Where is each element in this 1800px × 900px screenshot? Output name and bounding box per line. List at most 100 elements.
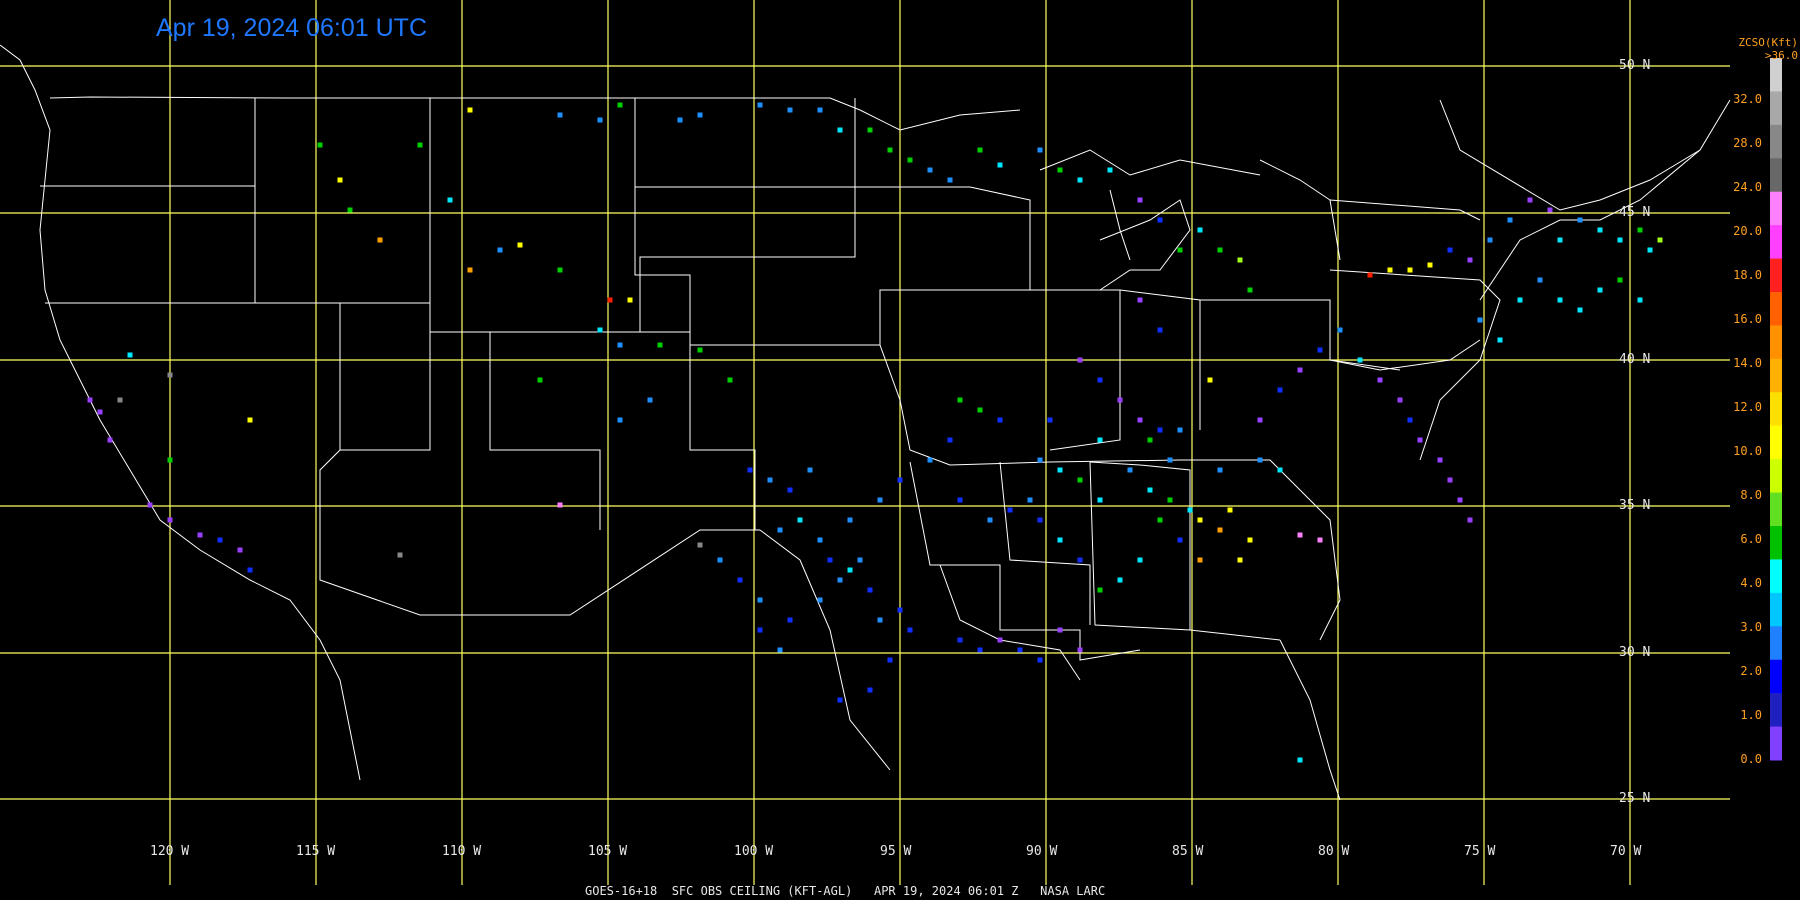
- station-marker: [97, 409, 103, 415]
- colorbar-swatch: [1770, 526, 1782, 560]
- station-marker: [1427, 262, 1433, 268]
- boundary-line: [40, 98, 256, 304]
- ceiling-colorbar: [1770, 58, 1782, 761]
- station-marker: [617, 342, 623, 348]
- station-marker: [537, 377, 543, 383]
- station-marker: [957, 397, 963, 403]
- station-marker: [757, 102, 763, 108]
- colorbar-label: 4.0: [1740, 576, 1762, 590]
- station-marker: [1597, 227, 1603, 233]
- longitude-label: 80 W: [1318, 844, 1350, 859]
- station-marker: [1047, 417, 1053, 423]
- station-marker: [1237, 257, 1243, 263]
- station-marker: [1617, 277, 1623, 283]
- station-marker: [1637, 227, 1643, 233]
- station-marker: [1177, 247, 1183, 253]
- longitude-label: 95 W: [880, 844, 912, 859]
- station-marker: [1457, 497, 1463, 503]
- colorbar-swatch: [1770, 659, 1782, 694]
- station-marker: [107, 437, 113, 443]
- colorbar-swatch: [1770, 425, 1782, 460]
- boundary-line: [1180, 459, 1341, 641]
- station-marker: [957, 497, 963, 503]
- colorbar-swatch: [1770, 626, 1782, 661]
- station-marker: [1177, 427, 1183, 433]
- station-marker: [617, 417, 623, 423]
- station-marker: [497, 247, 503, 253]
- colorbar-swatch: [1770, 258, 1782, 293]
- station-marker: [1547, 207, 1553, 213]
- station-marker: [1617, 237, 1623, 243]
- station-marker: [727, 377, 733, 383]
- station-marker: [647, 397, 653, 403]
- station-marker: [1077, 477, 1083, 483]
- station-marker: [1147, 437, 1153, 443]
- longitude-label: 105 W: [588, 844, 628, 859]
- station-marker: [1097, 377, 1103, 383]
- station-marker: [1377, 377, 1383, 383]
- station-marker: [557, 112, 563, 118]
- station-marker: [1017, 647, 1023, 653]
- longitude-label: 75 W: [1464, 844, 1496, 859]
- station-marker: [1057, 467, 1063, 473]
- station-marker: [1337, 327, 1343, 333]
- station-marker: [1507, 217, 1513, 223]
- station-marker: [377, 237, 383, 243]
- station-marker: [1247, 537, 1253, 543]
- station-marker: [1177, 537, 1183, 543]
- station-marker: [1077, 647, 1083, 653]
- station-marker: [867, 127, 873, 133]
- station-marker: [1167, 497, 1173, 503]
- colorbar-swatch: [1770, 124, 1782, 159]
- colorbar-label: 14.0: [1733, 356, 1762, 370]
- colorbar-swatch: [1770, 592, 1782, 627]
- station-marker: [787, 107, 793, 113]
- station-marker: [837, 697, 843, 703]
- boundary-line: [49, 96, 1021, 131]
- station-marker: [1157, 327, 1163, 333]
- station-marker: [1357, 357, 1363, 363]
- station-marker: [1417, 437, 1423, 443]
- station-marker: [447, 197, 453, 203]
- boundary-line: [1329, 199, 1481, 221]
- station-marker: [847, 567, 853, 573]
- station-marker: [1527, 197, 1533, 203]
- station-marker: [817, 537, 823, 543]
- station-marker: [1077, 357, 1083, 363]
- station-marker: [247, 567, 253, 573]
- station-marker: [1577, 307, 1583, 313]
- station-marker: [1367, 272, 1373, 278]
- station-marker: [747, 467, 753, 473]
- colorbar-label: 28.0: [1733, 136, 1762, 150]
- colorbar-swatch: [1770, 191, 1782, 226]
- station-marker: [1007, 507, 1013, 513]
- boundary-line: [634, 187, 691, 332]
- station-marker: [597, 327, 603, 333]
- boundary-line: [1279, 639, 1341, 801]
- boundary-line: [1439, 99, 1701, 211]
- station-marker: [1447, 477, 1453, 483]
- longitude-label: 85 W: [1172, 844, 1204, 859]
- state-borders: [0, 44, 1731, 801]
- station-marker: [607, 297, 613, 303]
- colorbar-label: 6.0: [1740, 532, 1762, 546]
- station-marker: [1057, 627, 1063, 633]
- station-marker: [1137, 197, 1143, 203]
- lat-lon-grid: [0, 0, 1730, 885]
- station-marker: [1247, 287, 1253, 293]
- station-marker: [1037, 147, 1043, 153]
- station-marker: [557, 267, 563, 273]
- station-marker: [1487, 237, 1493, 243]
- boundary-line: [1089, 461, 1281, 641]
- station-marker: [757, 627, 763, 633]
- station-marker: [947, 437, 953, 443]
- station-marker: [1557, 237, 1563, 243]
- station-marker: [787, 487, 793, 493]
- station-marker: [1117, 397, 1123, 403]
- boundary-line: [939, 564, 1081, 681]
- boundary-line: [999, 461, 1091, 625]
- station-marker: [877, 497, 883, 503]
- station-marker: [1097, 497, 1103, 503]
- colorbar-swatch: [1770, 292, 1782, 326]
- station-marker: [1657, 237, 1663, 243]
